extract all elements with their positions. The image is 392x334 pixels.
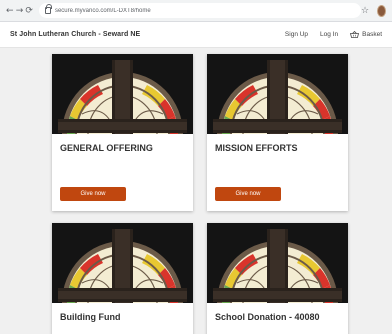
- fund-image: [52, 223, 193, 303]
- basket-label: Basket: [362, 31, 382, 38]
- fund-image: [207, 223, 348, 303]
- site-header: St John Lutheran Church - Seward NE Sign…: [0, 22, 392, 48]
- fund-image: [52, 54, 193, 134]
- sign-up-link[interactable]: Sign Up: [285, 31, 308, 38]
- browser-toolbar: ← → ⟳ secure.myvanco.com/L-DXT8/home ☆: [0, 0, 392, 22]
- fund-title: Building Fund: [60, 312, 121, 322]
- fund-image: [207, 54, 348, 134]
- fund-title: MISSION EFFORTS: [215, 143, 298, 153]
- give-now-button[interactable]: Give now: [60, 187, 126, 201]
- fund-card-school-donation[interactable]: School Donation - 40080: [207, 223, 348, 334]
- star-icon[interactable]: ☆: [361, 6, 369, 16]
- url-text: secure.myvanco.com/L-DXT8/home: [54, 7, 151, 14]
- basket-icon: [350, 31, 360, 38]
- site-title[interactable]: St John Lutheran Church - Seward NE: [10, 31, 140, 38]
- basket-link[interactable]: Basket: [350, 31, 382, 38]
- forward-arrow-icon[interactable]: →: [16, 4, 24, 18]
- fund-title: GENERAL OFFERING: [60, 143, 153, 153]
- fund-card-general-offering[interactable]: GENERAL OFFERING Give now: [52, 54, 193, 211]
- lock-icon: [44, 4, 52, 14]
- give-now-button[interactable]: Give now: [215, 187, 281, 201]
- fund-card-building-fund[interactable]: Building Fund: [52, 223, 193, 334]
- reload-icon[interactable]: ⟳: [25, 4, 33, 18]
- fund-title: School Donation - 40080: [215, 312, 320, 322]
- log-in-link[interactable]: Log In: [320, 31, 338, 38]
- header-nav: Sign Up Log In Basket: [273, 31, 382, 38]
- fund-card-mission-efforts[interactable]: MISSION EFFORTS Give now: [207, 54, 348, 211]
- back-arrow-icon[interactable]: ←: [6, 4, 14, 18]
- fund-list: GENERAL OFFERING Give now MISSION EFFORT…: [0, 48, 392, 334]
- address-bar[interactable]: secure.myvanco.com/L-DXT8/home: [38, 3, 361, 18]
- avatar[interactable]: [377, 4, 386, 17]
